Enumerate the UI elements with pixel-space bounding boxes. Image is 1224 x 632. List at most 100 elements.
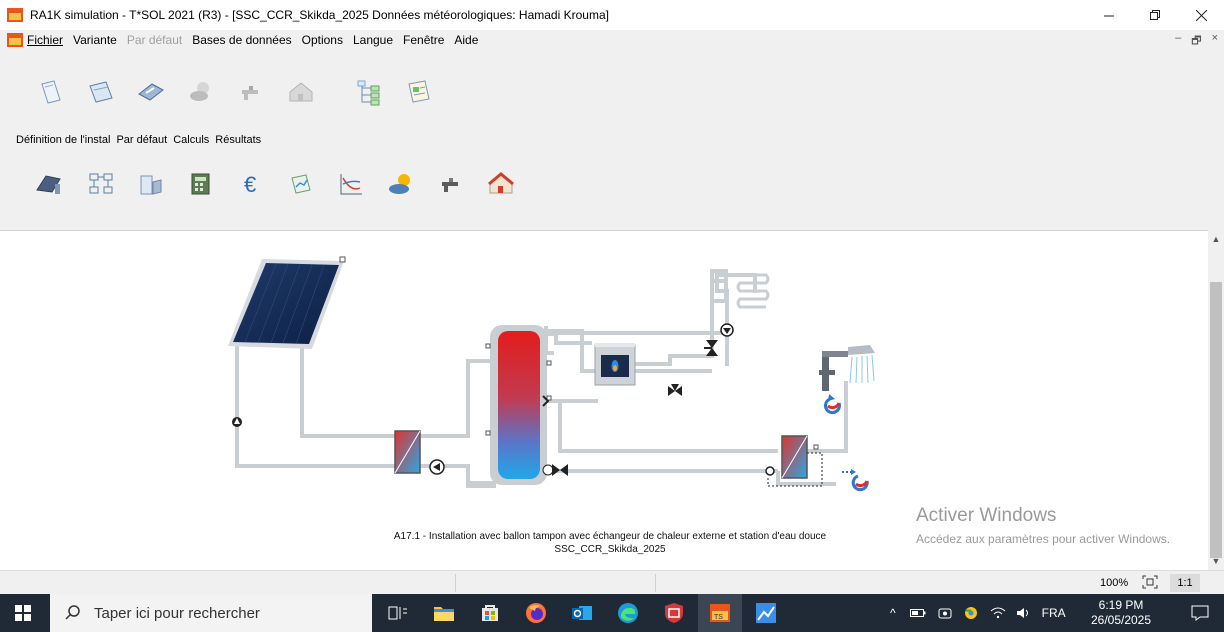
chrome-tray-icon[interactable] (964, 606, 978, 620)
calculator-button[interactable] (184, 168, 218, 200)
image-editor-icon (756, 603, 776, 623)
structure-button[interactable] (352, 76, 386, 108)
scroll-thumb[interactable] (1210, 282, 1222, 558)
house-icon (488, 172, 514, 194)
scroll-up-icon[interactable]: ▲ (1208, 234, 1224, 248)
toolbar-top (0, 76, 560, 116)
taskbar-clock[interactable]: 6:19 PM 26/05/2025 (1086, 598, 1156, 628)
scroll-down-icon[interactable]: ▼ (1208, 556, 1224, 570)
house-load-button[interactable] (484, 168, 518, 200)
caption-title: A17.1 - Installation avec ballon tampon … (393, 531, 827, 542)
minimize-button[interactable] (1086, 0, 1132, 30)
tap-water-button[interactable] (434, 168, 468, 200)
menu-fichier[interactable]: Fichier (27, 33, 63, 47)
edge-button[interactable] (606, 594, 650, 632)
curve-chart-icon (340, 174, 362, 195)
tab-par-defaut[interactable]: Par défaut (116, 134, 167, 150)
notification-button[interactable] (1176, 594, 1224, 632)
graph-button[interactable] (284, 168, 318, 200)
tap-button[interactable] (234, 76, 268, 108)
subtabs: Définition de l'instal Par défaut Calcul… (16, 134, 261, 150)
status-separator (455, 574, 456, 592)
save-button[interactable] (134, 76, 168, 108)
heating-pump (720, 323, 734, 337)
watermark-subtitle: Accédez aux paramètres pour activer Wind… (916, 532, 1171, 546)
menu-variante[interactable]: Variante (73, 33, 117, 47)
secondary-pump (429, 459, 445, 475)
volume-icon[interactable] (1016, 607, 1032, 619)
tap-icon (442, 178, 458, 192)
tab-definition-installation[interactable]: Définition de l'instal (16, 134, 110, 150)
tsol-app-button[interactable]: TS (698, 594, 742, 632)
tsol-app-icon: TS (710, 604, 730, 622)
status-bar: 100% 1:1 (0, 570, 1224, 594)
activate-windows-watermark: Activer Windows Accédez aux paramètres p… (916, 505, 1196, 548)
file-explorer-button[interactable] (422, 594, 466, 632)
mixing-valve-heating (704, 340, 718, 356)
menu-options[interactable]: Options (302, 33, 343, 47)
start-button[interactable] (0, 594, 46, 632)
curve-chart-button[interactable] (334, 168, 368, 200)
minimize-icon (1103, 15, 1114, 16)
battery-icon[interactable] (909, 608, 926, 618)
tsol-second-app-button[interactable] (744, 594, 788, 632)
edge-icon (618, 603, 638, 623)
wifi-icon[interactable] (990, 607, 1006, 619)
svg-text:TS: TS (714, 614, 723, 621)
system-diagram-button[interactable] (84, 168, 118, 200)
collector-button[interactable] (32, 168, 66, 200)
tab-resultats[interactable]: Résultats (215, 134, 261, 150)
clock-time: 6:19 PM (1098, 598, 1144, 612)
windows-logo-icon (15, 605, 31, 621)
menu-fenetre[interactable]: Fenêtre (403, 33, 444, 47)
language-indicator[interactable]: FRA (1042, 606, 1066, 620)
window-title: RA1K simulation - T*SOL 2021 (R3) - [SSC… (30, 8, 609, 22)
toolbar-bottom: € (0, 168, 560, 208)
firefox-button[interactable] (514, 594, 558, 632)
tank-icon (140, 175, 162, 195)
restore-button[interactable] (1132, 0, 1178, 30)
euro-icon: € (244, 172, 256, 197)
fit-to-window-icon[interactable] (1142, 575, 1158, 589)
house-button[interactable] (284, 76, 318, 108)
mdi-restore-button[interactable]: 🗗 (1191, 32, 1201, 51)
store-icon (482, 605, 498, 621)
storage-tank-button[interactable] (134, 168, 168, 200)
sun-cloud-icon (389, 174, 410, 194)
menu-langue[interactable]: Langue (353, 33, 393, 47)
weather-button[interactable] (384, 168, 418, 200)
new-document-icon (41, 80, 61, 104)
weather-data-button[interactable] (184, 76, 218, 108)
close-button[interactable] (1178, 0, 1224, 30)
actual-size-button[interactable]: 1:1 (1170, 574, 1200, 592)
taskbar-search[interactable]: Taper ici pour rechercher (50, 594, 372, 632)
restore-icon (1149, 9, 1160, 20)
cold-water-inlet-symbol (842, 469, 869, 492)
new-document-button[interactable] (34, 76, 68, 108)
app-menu-icon[interactable] (7, 33, 23, 47)
outlook-icon (572, 606, 592, 620)
tree-structure-icon (357, 80, 380, 106)
graph-icon (291, 174, 311, 194)
menu-bases-de-donnees[interactable]: Bases de données (192, 33, 291, 47)
chevron-up-icon[interactable]: ^ (890, 606, 896, 620)
euro-button[interactable]: € (234, 168, 268, 200)
security-app-button[interactable] (652, 594, 696, 632)
store-button[interactable] (468, 594, 512, 632)
menu-bar: Fichier Variante Par défaut Bases de don… (0, 30, 1224, 50)
menu-aide[interactable]: Aide (454, 33, 478, 47)
mixing-valve-tank (542, 464, 568, 476)
vertical-scrollbar[interactable]: ▲ ▼ (1208, 230, 1224, 570)
tab-calculs[interactable]: Calculs (173, 134, 209, 150)
meet-now-icon[interactable] (938, 606, 952, 620)
mdi-close-button[interactable]: × (1212, 32, 1218, 51)
open-folder-button[interactable] (84, 76, 118, 108)
task-view-button[interactable] (376, 594, 420, 632)
calculator-icon (191, 173, 210, 195)
menu-par-defaut[interactable]: Par défaut (127, 33, 182, 47)
app-logo-icon (7, 8, 23, 22)
outlook-button[interactable] (560, 594, 604, 632)
report-button[interactable] (402, 76, 436, 108)
mdi-minimize-button[interactable]: – (1175, 32, 1181, 51)
search-placeholder: Taper ici pour rechercher (94, 604, 260, 622)
